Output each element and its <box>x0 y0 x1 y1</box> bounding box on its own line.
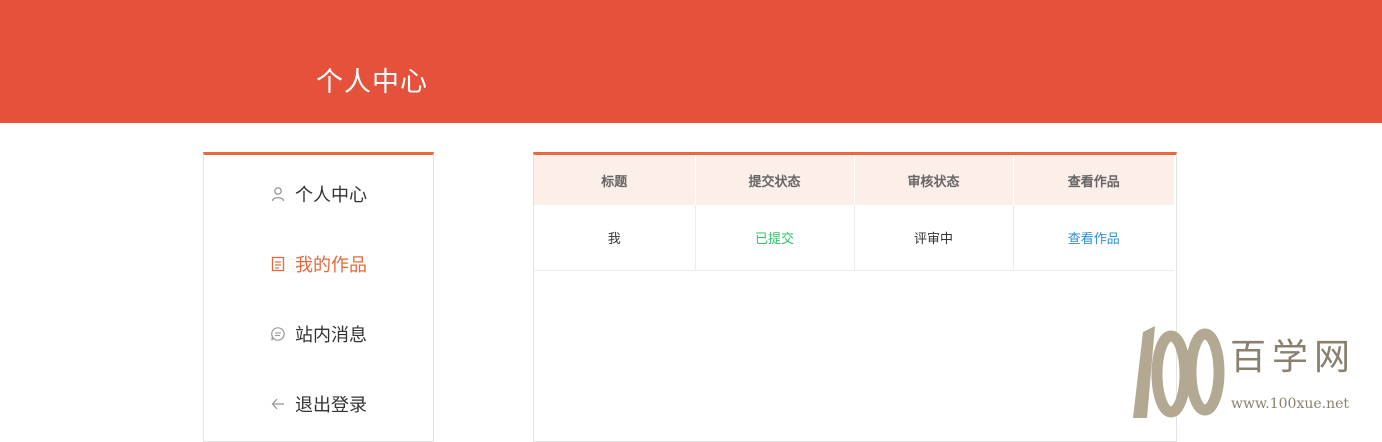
sidebar-item-label: 我的作品 <box>295 255 367 276</box>
cell-submit-status: 已提交 <box>695 205 855 270</box>
sidebar-nav: 个人中心 我的作品 站内消息 退出登录 <box>203 152 434 442</box>
column-header-review-status: 审核状态 <box>854 155 1014 205</box>
sidebar-item-profile[interactable]: 个人中心 <box>204 174 433 214</box>
sidebar-item-my-works[interactable]: 我的作品 <box>204 244 433 284</box>
table-header-row: 标题 提交状态 审核状态 查看作品 <box>534 155 1174 205</box>
page-header: 个人中心 <box>0 0 1382 123</box>
column-header-submit-status: 提交状态 <box>695 155 855 205</box>
watermark-text: 百学网 <box>1230 337 1357 378</box>
table-row: 我 已提交 评审中 查看作品 <box>534 205 1174 270</box>
sidebar-item-messages[interactable]: 站内消息 <box>204 314 433 354</box>
sidebar-item-label: 站内消息 <box>295 325 367 346</box>
sidebar-item-logout[interactable]: 退出登录 <box>204 384 433 424</box>
works-panel: 标题 提交状态 审核状态 查看作品 我 已提交 评审中 查看作品 <box>533 152 1177 442</box>
watermark: 百学网 www.100xue.net <box>1125 322 1375 422</box>
view-work-link[interactable]: 查看作品 <box>1068 232 1120 247</box>
sidebar-item-label: 个人中心 <box>295 185 367 206</box>
cell-view: 查看作品 <box>1013 205 1174 270</box>
watermark-logo <box>1133 326 1225 418</box>
works-table: 标题 提交状态 审核状态 查看作品 我 已提交 评审中 查看作品 <box>534 155 1174 271</box>
column-header-title: 标题 <box>534 155 696 205</box>
watermark-url: www.100xue.net <box>1231 396 1350 412</box>
sidebar-item-label: 退出登录 <box>295 395 367 416</box>
arrow-left-icon <box>270 396 286 412</box>
column-header-view: 查看作品 <box>1067 174 1120 190</box>
user-icon <box>270 186 286 202</box>
document-icon <box>270 256 286 272</box>
cell-title: 我 <box>534 205 696 270</box>
cell-review-status: 评审中 <box>854 205 1014 270</box>
message-icon <box>270 326 286 342</box>
page-title: 个人中心 <box>316 67 428 98</box>
